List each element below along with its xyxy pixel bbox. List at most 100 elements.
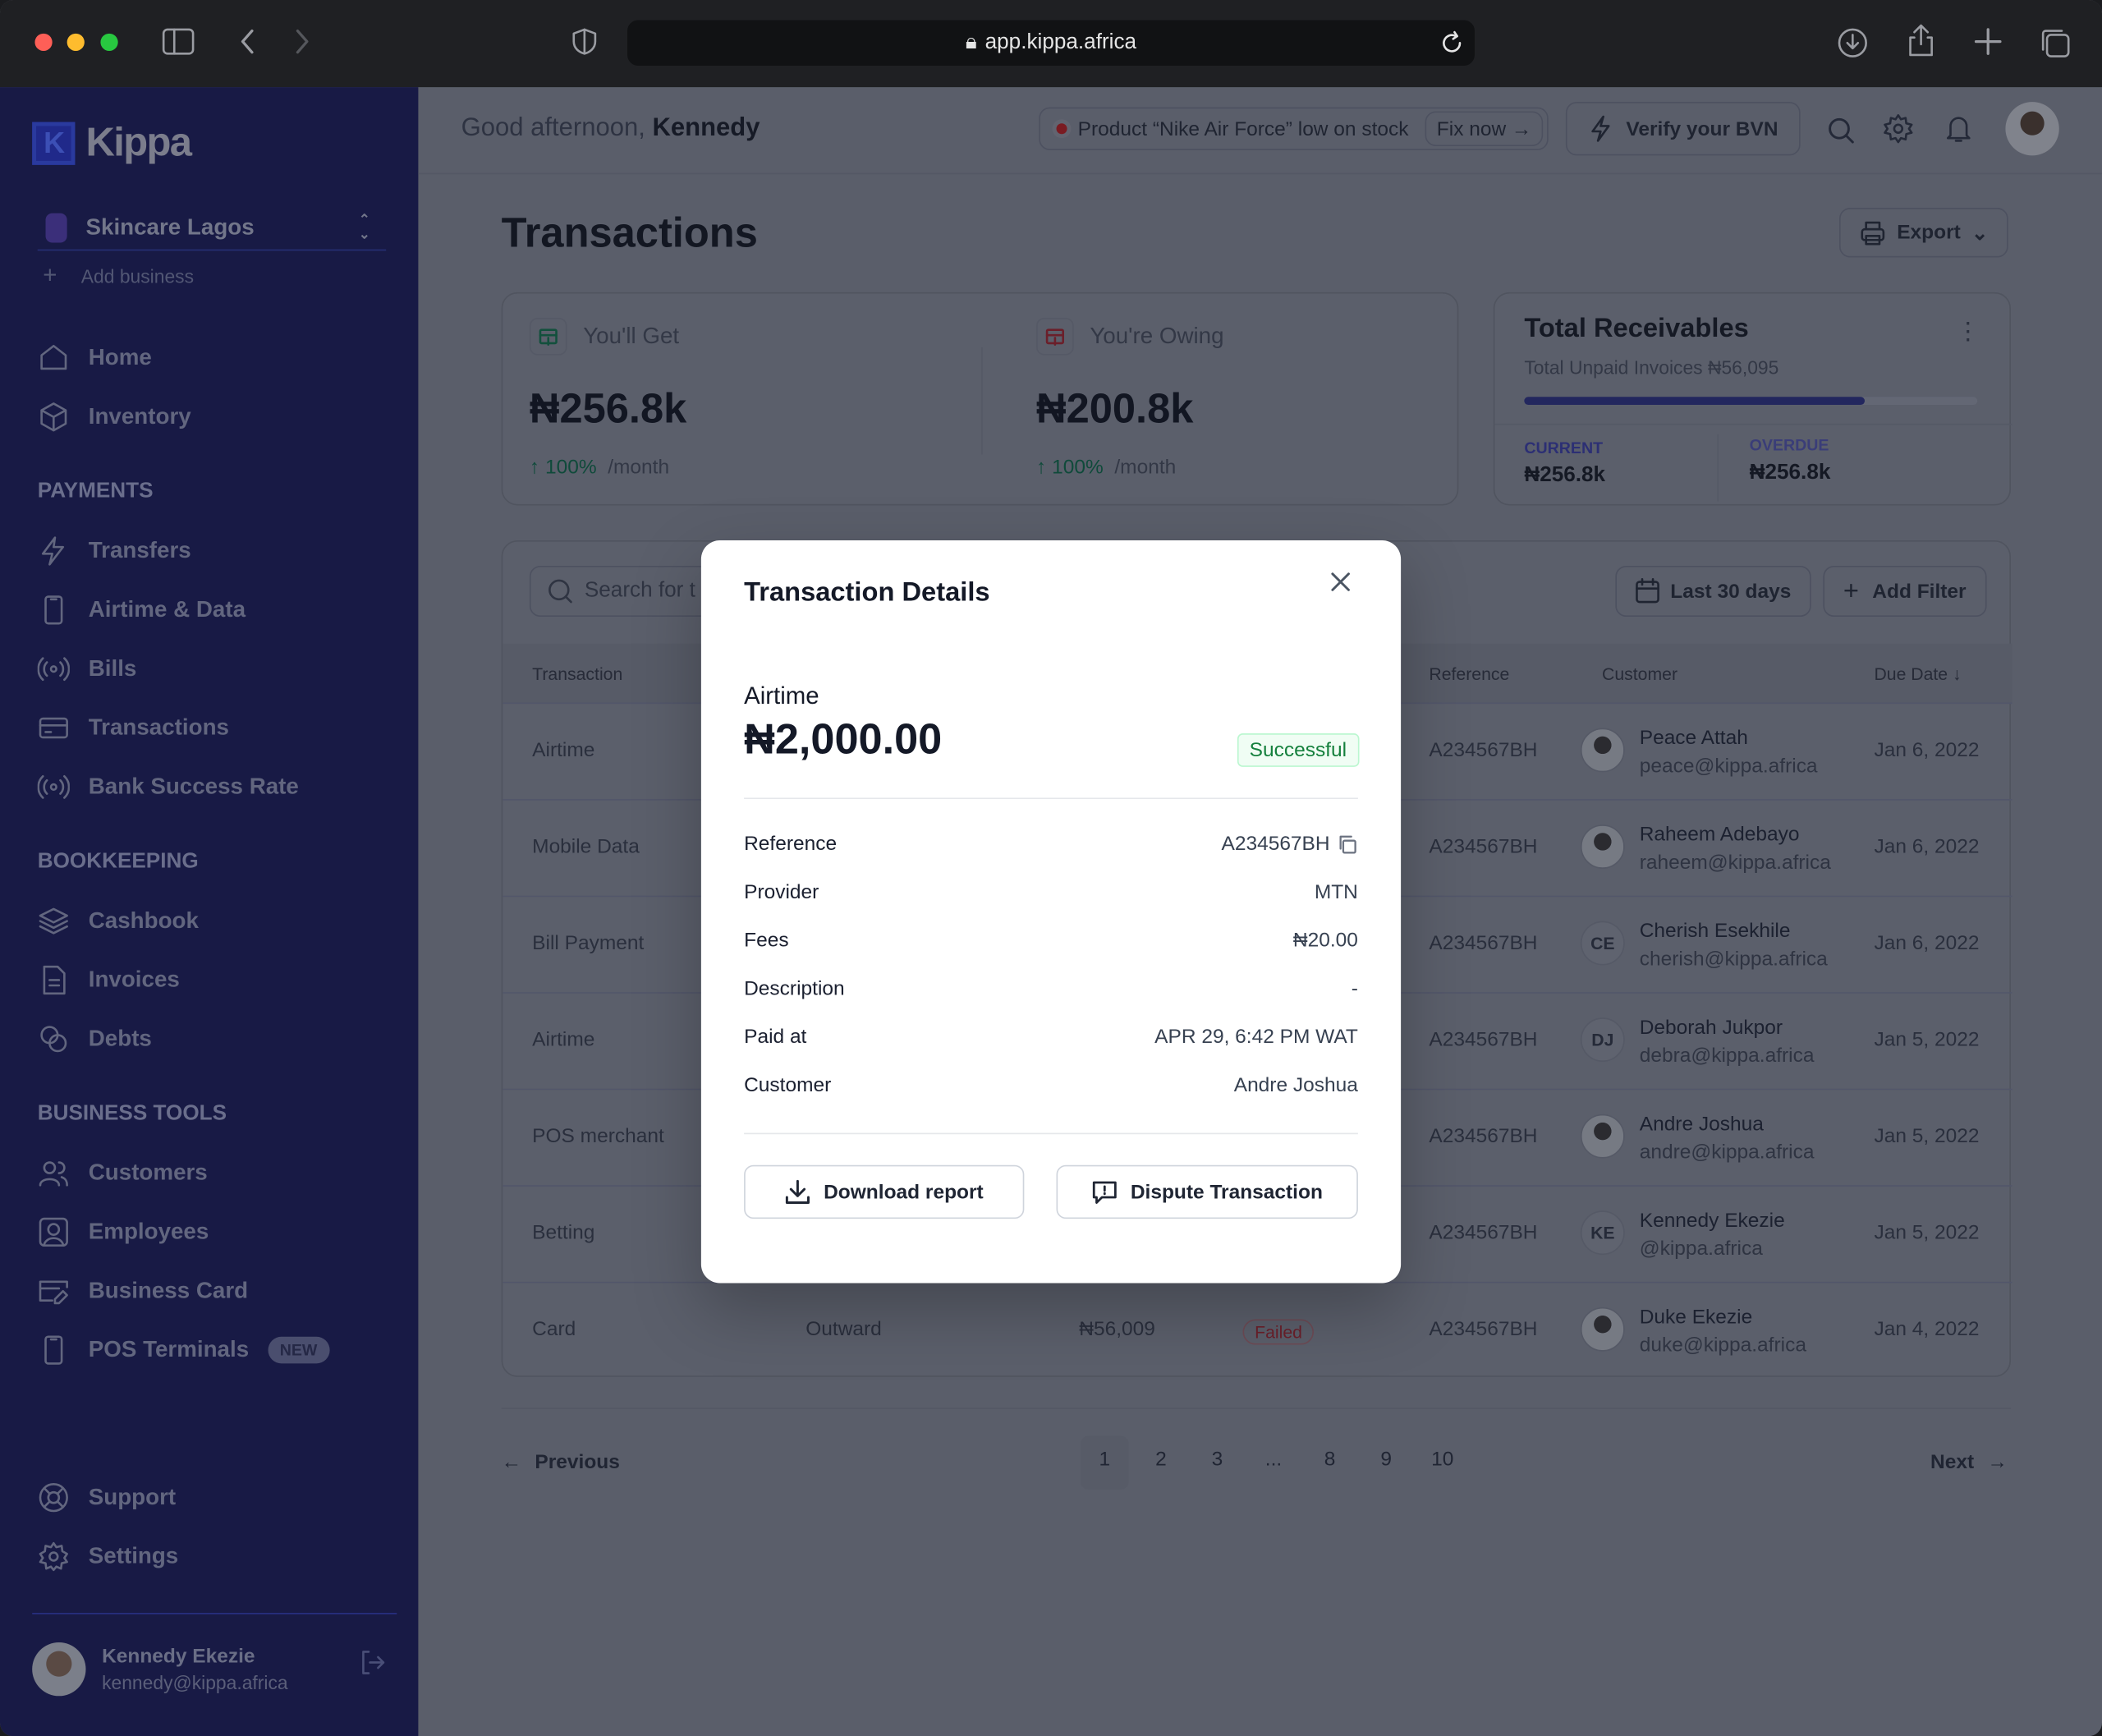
due-date: Jan 5, 2022	[1874, 1124, 1980, 1148]
verify-bvn-button[interactable]: Verify your BVN	[1565, 102, 1801, 156]
plus-icon: +	[1843, 576, 1859, 606]
sidebar-item-business-card[interactable]: Business Card	[38, 1275, 248, 1307]
sidebar-item-airtime-data[interactable]: Airtime & Data	[38, 594, 246, 626]
new-tab-icon[interactable]	[1973, 27, 2003, 57]
receivables-title: Total Receivables	[1524, 314, 1749, 343]
copy-icon[interactable]	[1337, 834, 1358, 855]
sidebar-item-pos-terminals[interactable]: POS Terminals NEW	[38, 1334, 330, 1366]
avatar	[1580, 728, 1625, 773]
back-icon[interactable]	[236, 27, 259, 57]
page-8[interactable]: 8	[1306, 1448, 1354, 1471]
logout-icon[interactable]	[360, 1649, 387, 1676]
sidebar-item-label: Employees	[88, 1219, 209, 1245]
close-icon[interactable]	[1329, 570, 1352, 594]
page-10[interactable]: 10	[1418, 1448, 1466, 1471]
sidebar-item-label: Invoices	[88, 967, 180, 993]
bolt-icon	[1591, 115, 1610, 142]
customer-name: Duke Ekezie	[1639, 1306, 1753, 1329]
download-icon	[786, 1179, 810, 1204]
add-business-button[interactable]: + Add business	[43, 261, 194, 289]
business-switcher[interactable]: Skincare Lagos ⌃ ⌄	[37, 205, 387, 251]
maximize-window-button[interactable]	[100, 33, 118, 52]
page-1[interactable]: 1	[1080, 1435, 1129, 1490]
search-icon[interactable]	[1826, 115, 1856, 145]
reload-icon[interactable]	[1439, 30, 1463, 55]
you-get-label: You'll Get	[583, 323, 680, 349]
chevron-down-icon: ⌄	[1971, 222, 1989, 245]
sidebar-item-settings[interactable]: Settings	[38, 1541, 179, 1573]
add-business-label: Add business	[80, 264, 195, 287]
add-filter-button[interactable]: + Add Filter	[1823, 565, 1987, 618]
sidebar-item-transactions[interactable]: Transactions	[38, 712, 229, 744]
due-date: Jan 6, 2022	[1874, 738, 1980, 762]
kippa-logo[interactable]: K Kippa	[32, 121, 192, 167]
detail-value: Andre Joshua	[1233, 1073, 1358, 1097]
address-bar[interactable]: 🔒︎ app.kippa.africa	[627, 20, 1475, 66]
arrow-down-icon: ↓	[1953, 664, 1962, 684]
users-icon	[38, 1157, 70, 1189]
layers-icon	[38, 905, 70, 937]
sidebar-item-invoices[interactable]: Invoices	[38, 964, 180, 996]
close-window-button[interactable]	[34, 33, 53, 52]
customer-name: Kennedy Ekezie	[1639, 1209, 1785, 1233]
shield-icon[interactable]	[571, 27, 599, 57]
header-customer[interactable]: Customer	[1602, 664, 1677, 683]
downloads-icon[interactable]	[1837, 27, 1869, 59]
sidebar-item-label: Transactions	[88, 714, 229, 741]
page-9[interactable]: 9	[1362, 1448, 1411, 1471]
header-reference[interactable]: Reference	[1429, 664, 1509, 683]
avatar	[1580, 824, 1625, 869]
sidebar-item-debts[interactable]: Debts	[38, 1023, 152, 1055]
sidebar-item-bank-success-rate[interactable]: Bank Success Rate	[37, 771, 299, 803]
header-due-date[interactable]: Due Date ↓	[1874, 664, 1961, 683]
page-title: Transactions	[501, 209, 758, 256]
sidebar-item-employees[interactable]: Employees	[38, 1216, 209, 1248]
bell-icon[interactable]	[1944, 114, 1973, 144]
tabs-overview-icon[interactable]	[2039, 27, 2071, 59]
calendar-icon	[1636, 577, 1659, 604]
fix-now-button[interactable]: Fix now →	[1425, 111, 1544, 146]
divider	[744, 797, 1358, 800]
lock-icon: 🔒︎	[965, 30, 977, 54]
modal-title: Transaction Details	[744, 577, 990, 608]
share-icon[interactable]	[1907, 23, 1936, 57]
header-avatar[interactable]	[2005, 102, 2059, 156]
customer-name: Deborah Jukpor	[1639, 1016, 1783, 1040]
divider	[32, 1613, 397, 1614]
alert-dot-icon	[1056, 123, 1067, 135]
forward-icon[interactable]	[290, 27, 314, 57]
browser-window: 🔒︎ app.kippa.africa K Kippa Skincare Lago…	[0, 0, 2102, 1736]
sidebar-item-inventory[interactable]: Inventory	[38, 401, 191, 433]
sidebar-item-transfers[interactable]: Transfers	[38, 535, 191, 567]
header-transaction[interactable]: Transaction	[532, 664, 622, 683]
customer-email: duke@kippa.africa	[1639, 1334, 1806, 1357]
sidebar-item-label: Home	[88, 344, 152, 370]
box-icon	[38, 401, 70, 433]
customer-name: Cherish Esekhile	[1639, 920, 1791, 943]
sidebar-item-cashbook[interactable]: Cashbook	[38, 905, 199, 937]
user-profile[interactable]: Kennedy Ekezie kennedy@kippa.africa	[32, 1642, 288, 1697]
detail-value: MTN	[1314, 880, 1358, 904]
sidebar-item-home[interactable]: Home	[38, 342, 152, 374]
table-row[interactable]: Card Outward ₦56,009 Failed A234567BH Duke Ek…	[503, 1281, 2013, 1379]
more-options-icon[interactable]: ⋮	[1956, 318, 1980, 346]
next-button[interactable]: Next →	[1930, 1451, 2008, 1474]
reference: A234567BH	[1429, 738, 1538, 762]
due-date: Jan 4, 2022	[1874, 1317, 1980, 1341]
sidebar-item-bills[interactable]: Bills	[37, 653, 137, 685]
reference: A234567BH	[1429, 1124, 1538, 1148]
date-filter-button[interactable]: Last 30 days	[1615, 565, 1811, 618]
download-report-button[interactable]: Download report	[744, 1164, 1025, 1219]
page-2[interactable]: 2	[1136, 1448, 1185, 1471]
sidebar-item-support[interactable]: Support	[38, 1481, 176, 1513]
previous-button[interactable]: ← Previous	[502, 1451, 620, 1474]
gear-icon[interactable]	[1884, 114, 1913, 144]
sidebar-toggle-icon[interactable]	[161, 27, 195, 57]
minimize-window-button[interactable]	[67, 33, 85, 52]
sidebar-item-customers[interactable]: Customers	[38, 1157, 208, 1189]
dispute-transaction-button[interactable]: Dispute Transaction	[1056, 1164, 1358, 1219]
export-button[interactable]: Export ⌄	[1839, 208, 2008, 258]
user-name: Kennedy Ekezie	[102, 1645, 255, 1669]
page-3[interactable]: 3	[1193, 1448, 1241, 1471]
transaction-amount: ₦2,000.00	[744, 714, 943, 763]
